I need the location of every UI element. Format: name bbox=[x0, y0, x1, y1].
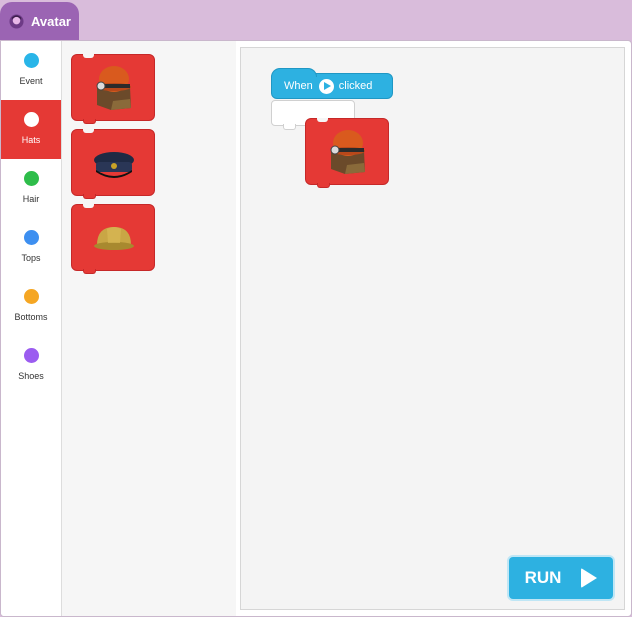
bottoms-dot-icon bbox=[23, 289, 39, 304]
category-label: Hats bbox=[21, 135, 41, 145]
run-button[interactable]: RUN bbox=[509, 557, 613, 599]
category-bottoms[interactable]: Bottoms bbox=[1, 277, 61, 336]
workspace-block-miner-helmet[interactable] bbox=[305, 118, 389, 188]
run-button-label: RUN bbox=[524, 568, 562, 587]
hair-dot-icon bbox=[23, 171, 39, 186]
event-block-when-label: When bbox=[284, 80, 313, 92]
hard-hat-icon bbox=[94, 227, 134, 250]
category-label: Bottoms bbox=[14, 312, 48, 322]
shoes-dot-icon bbox=[23, 348, 39, 363]
category-sidebar: Event Hats Hair Tops Bottoms Shoes bbox=[1, 41, 62, 616]
police-cap-icon bbox=[94, 152, 134, 178]
when-flag-clicked-block[interactable]: When clicked bbox=[271, 68, 393, 99]
avatar-tab[interactable]: Avatar bbox=[0, 2, 79, 40]
category-event[interactable]: Event bbox=[1, 41, 61, 100]
category-label: Tops bbox=[21, 253, 41, 263]
miner-helmet-icon bbox=[330, 130, 365, 174]
category-shoes[interactable]: Shoes bbox=[1, 336, 61, 395]
miner-helmet-icon bbox=[96, 66, 131, 110]
category-hair[interactable]: Hair bbox=[1, 159, 61, 218]
category-label: Event bbox=[19, 76, 43, 86]
play-icon bbox=[581, 568, 598, 588]
palette-block-police-cap[interactable] bbox=[71, 129, 155, 199]
category-label: Hair bbox=[22, 194, 40, 204]
script-workspace[interactable]: When clicked RUN bbox=[240, 47, 625, 610]
avatar-tab-label: Avatar bbox=[31, 13, 71, 29]
editor-frame: Event Hats Hair Tops Bottoms Shoes When … bbox=[0, 40, 632, 617]
event-dot-icon bbox=[23, 53, 39, 68]
category-hats[interactable]: Hats bbox=[1, 100, 61, 159]
category-label: Shoes bbox=[18, 371, 44, 381]
block-palette bbox=[62, 41, 236, 616]
avatar-icon bbox=[9, 13, 24, 29]
hats-dot-icon bbox=[23, 112, 39, 127]
event-block-clicked-label: clicked bbox=[338, 80, 373, 92]
palette-block-miner-helmet[interactable] bbox=[71, 54, 155, 124]
tops-dot-icon bbox=[23, 230, 39, 245]
palette-block-hard-hat[interactable] bbox=[71, 204, 155, 274]
green-flag-icon bbox=[318, 78, 334, 94]
category-tops[interactable]: Tops bbox=[1, 218, 61, 277]
